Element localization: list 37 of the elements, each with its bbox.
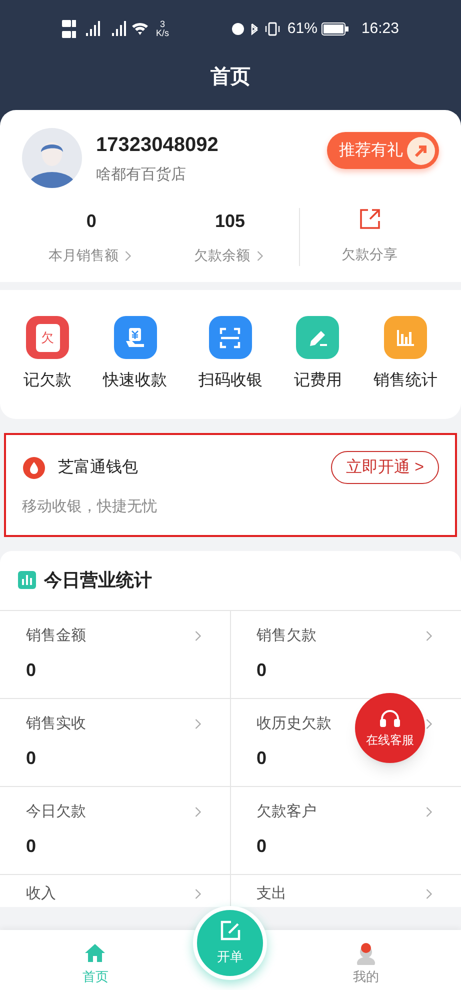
share-icon [358,208,381,230]
stats-title: 今日营业统计 [44,568,152,592]
wallet-subtitle: 移动收银，快捷无忧 [22,497,158,517]
share-link[interactable]: 欠款分享 [300,208,440,266]
stat-item[interactable]: 销售金额 0 [0,610,230,698]
stat-item[interactable]: 支出 [230,874,461,906]
stat-item[interactable]: 今日欠款 0 [0,786,230,874]
bar-chart-icon [384,316,427,359]
quick-action[interactable]: 销售统计 [373,316,438,393]
yen-hand-icon [114,316,157,359]
note-icon: 欠 [26,316,70,359]
bar-chart-icon [18,571,36,589]
quick-action[interactable]: 扫码收银 [198,316,262,393]
pencil-icon [296,316,340,359]
phone-number: 17323048092 [96,132,220,158]
summary-value: 105 [214,210,246,233]
drop-icon [22,456,46,480]
clock-time: 16:23 [361,18,399,39]
quick-action[interactable]: 欠 记欠款 [24,316,72,393]
network-speed-unit: K/s [156,29,170,38]
network-speed: 3 [160,20,166,29]
scan-icon [208,316,252,359]
quick-action[interactable]: 记费用 [294,316,342,393]
nav-tab[interactable]: 我的 [270,933,461,987]
page-title: 首页 [210,65,250,90]
battery-icon [321,22,350,36]
wallet-title: 芝富通钱包 [58,458,139,478]
quick-action[interactable]: 快速收款 [103,316,168,393]
activate-button[interactable]: 立即开通 > [331,451,439,484]
summary-link[interactable]: 欠款余额 [194,245,266,266]
stat-item[interactable]: 销售实收 0 [0,698,230,786]
avatar-icon [22,128,82,188]
summary-value: 0 [86,210,96,233]
shop-name: 啥都有百货店 [96,164,187,185]
summary-link[interactable]: 本月销售额 [48,245,134,266]
stat-item[interactable]: 欠款客户 0 [230,786,461,874]
battery-percent: 61% [287,18,318,39]
